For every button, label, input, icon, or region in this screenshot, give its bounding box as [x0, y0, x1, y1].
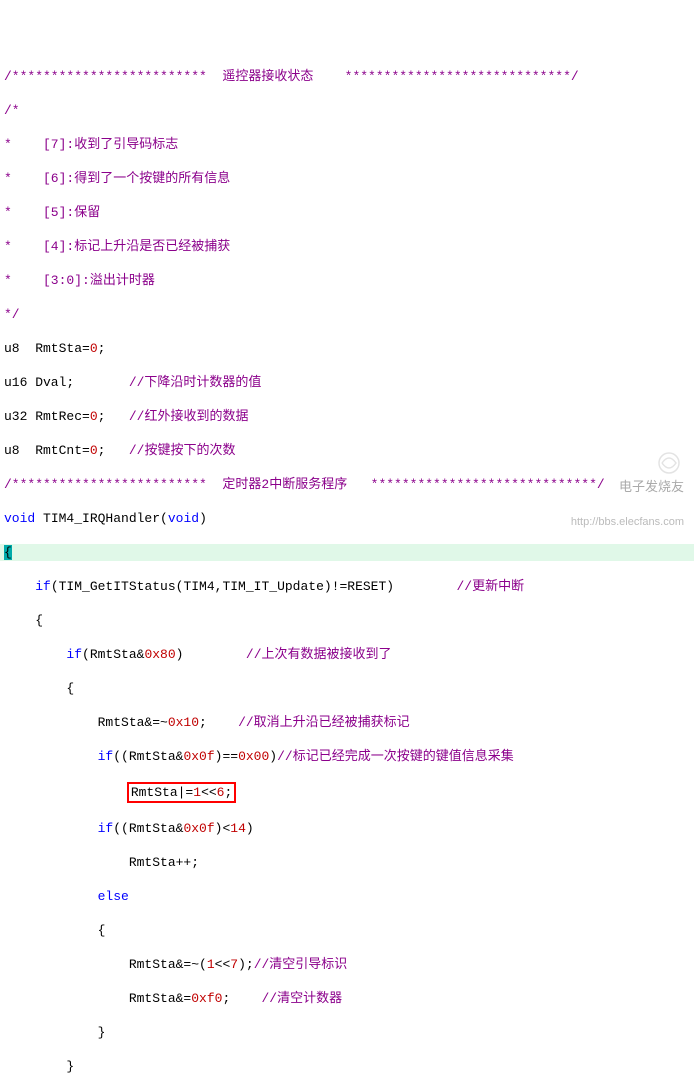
else: else — [0, 888, 694, 905]
brace: { — [0, 680, 694, 697]
stmt-inc: RmtSta++; — [0, 854, 694, 871]
brace-close: } — [0, 1024, 694, 1041]
current-line[interactable]: { — [0, 544, 694, 561]
stmt-clear-0x10: RmtSta&=~0x10; //取消上升沿已经被捕获标记 — [0, 714, 694, 731]
brace: { — [0, 922, 694, 939]
comment-block-start: /* — [0, 102, 694, 119]
stmt-clear-bit7: RmtSta&=~(1<<7);//清空引导标识 — [0, 956, 694, 973]
decl-rmtcnt: u8 RmtCnt=0; //按键按下的次数 — [0, 442, 694, 459]
brace-close: } — [0, 1058, 694, 1075]
decl-rmtrec: u32 RmtRec=0; //红外接收到的数据 — [0, 408, 694, 425]
comment-header-1: /************************* 遥控器接收状态 *****… — [0, 68, 694, 85]
comment-bit4: * [4]:标记上升沿是否已经被捕获 — [0, 238, 694, 255]
if-0x0f-eq-0: if((RmtSta&0x0f)==0x00)//标记已经完成一次按键的键值信息… — [0, 748, 694, 765]
stmt-and-0xf0: RmtSta&=0xf0; //清空计数器 — [0, 990, 694, 1007]
decl-rmtsta: u8 RmtSta=0; — [0, 340, 694, 357]
func-signature: void TIM4_IRQHandler(void) — [0, 510, 694, 527]
if-lt-14: if((RmtSta&0x0f)<14) — [0, 820, 694, 837]
comment-block-end: */ — [0, 306, 694, 323]
red-highlight-box: RmtSta|=1<<6; — [127, 782, 236, 803]
comment-bit30: * [3:0]:溢出计时器 — [0, 272, 694, 289]
highlighted-stmt: RmtSta|=1<<6; — [0, 782, 694, 803]
cursor: { — [4, 545, 12, 560]
comment-bit5: * [5]:保留 — [0, 204, 694, 221]
comment-bit7: * [7]:收到了引导码标志 — [0, 136, 694, 153]
if-rmtsta80: if(RmtSta&0x80) //上次有数据被接收到了 — [0, 646, 694, 663]
decl-dval: u16 Dval; //下降沿时计数器的值 — [0, 374, 694, 391]
comment-header-2: /************************* 定时器2中断服务程序 **… — [0, 476, 694, 493]
comment-bit6: * [6]:得到了一个按键的所有信息 — [0, 170, 694, 187]
brace: { — [0, 612, 694, 629]
if-update: if(TIM_GetITStatus(TIM4,TIM_IT_Update)!=… — [0, 578, 694, 595]
